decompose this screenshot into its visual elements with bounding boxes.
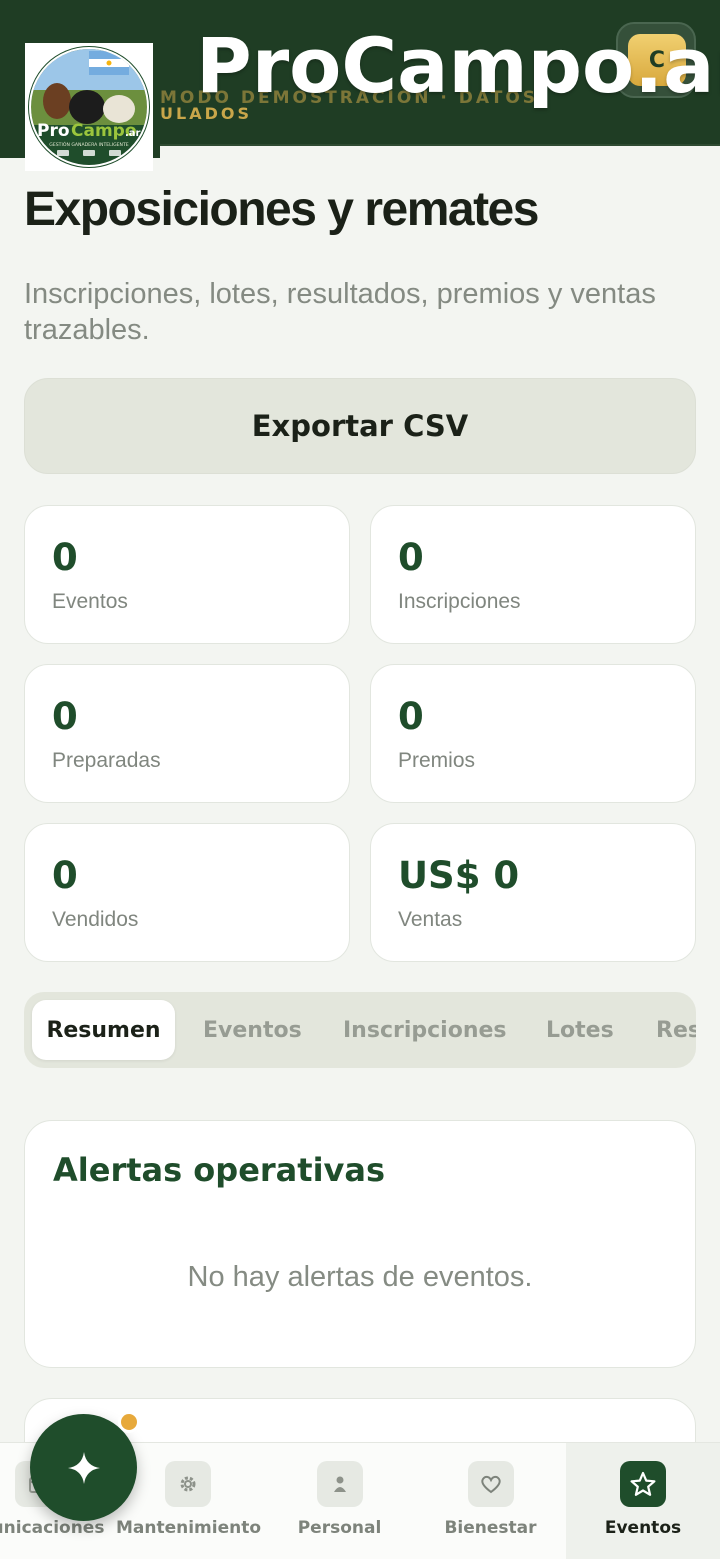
stat-label: Eventos xyxy=(52,590,128,613)
nav-label: unicaciones xyxy=(0,1518,105,1538)
nav-item-personal[interactable]: Personal xyxy=(264,1443,415,1559)
tab-lotes[interactable]: Lotes xyxy=(546,1000,614,1060)
stat-label: Ventas xyxy=(398,908,463,931)
star-icon xyxy=(620,1461,666,1507)
procampo-logo-emblem: Pro Campo .ar GESTIÓN GANADERA INTELIGEN… xyxy=(28,46,150,168)
logo-frame: Pro Campo .ar GESTIÓN GANADERA INTELIGEN… xyxy=(0,18,160,171)
alerts-empty-message: No hay alertas de eventos. xyxy=(187,1261,533,1293)
stat-card-premios: 0 Premios xyxy=(370,664,696,803)
stat-label: Premios xyxy=(398,749,476,772)
stat-card-eventos: 0 Eventos xyxy=(24,505,350,644)
heart-icon xyxy=(468,1461,514,1507)
section-tabs: Resumen Eventos Inscripciones Lotes Res xyxy=(24,992,696,1068)
nav-label: Personal xyxy=(297,1518,382,1538)
stat-card-ventas: US$ 0 Ventas xyxy=(370,823,696,962)
alerts-title: Alertas operativas xyxy=(53,1151,386,1189)
stat-value: 0 xyxy=(398,536,424,579)
stat-label: Preparadas xyxy=(52,749,161,772)
logo-text-tld: .ar xyxy=(125,128,141,139)
stat-card-vendidos: 0 Vendidos xyxy=(24,823,350,962)
export-csv-button[interactable]: Exportar CSV xyxy=(24,378,696,474)
alerts-card: Alertas operativas No hay alertas de eve… xyxy=(24,1120,696,1368)
stat-value: US$ 0 xyxy=(398,854,520,897)
notification-dot xyxy=(118,1411,140,1433)
stat-value: 0 xyxy=(52,854,78,897)
stat-value: 0 xyxy=(52,536,78,579)
page-title: Exposiciones y remates xyxy=(24,183,539,236)
nav-item-bienestar[interactable]: Bienestar xyxy=(415,1443,566,1559)
sparkle-icon xyxy=(67,1451,100,1484)
person-icon xyxy=(317,1461,363,1507)
tab-inscripciones[interactable]: Inscripciones xyxy=(343,1000,507,1060)
stat-label: Inscripciones xyxy=(398,590,521,613)
tab-eventos[interactable]: Eventos xyxy=(203,1000,302,1060)
stat-label: Vendidos xyxy=(52,908,139,931)
nav-label: Bienestar xyxy=(444,1518,537,1538)
nav-item-eventos[interactable]: Eventos xyxy=(566,1443,720,1559)
tab-resumen[interactable]: Resumen xyxy=(32,1000,175,1060)
logo-text-pro: Pro xyxy=(37,121,70,141)
stat-value: 0 xyxy=(52,695,78,738)
procampo-logo[interactable]: Pro Campo .ar GESTIÓN GANADERA INTELIGEN… xyxy=(25,43,153,171)
stat-card-inscripciones: 0 Inscripciones xyxy=(370,505,696,644)
nav-label: Eventos xyxy=(604,1518,682,1538)
logo-tagline: GESTIÓN GANADERA INTELIGENTE xyxy=(49,141,128,148)
stat-value: 0 xyxy=(398,695,424,738)
gear-icon xyxy=(165,1461,211,1507)
nav-label: Mantenimiento xyxy=(115,1518,262,1538)
stat-card-preparadas: 0 Preparadas xyxy=(24,664,350,803)
brand-title: ProCampo.ar xyxy=(196,21,720,110)
tab-resultados[interactable]: Res xyxy=(656,1000,696,1060)
page-subtitle: Inscripciones, lotes, resultados, premio… xyxy=(24,278,656,346)
